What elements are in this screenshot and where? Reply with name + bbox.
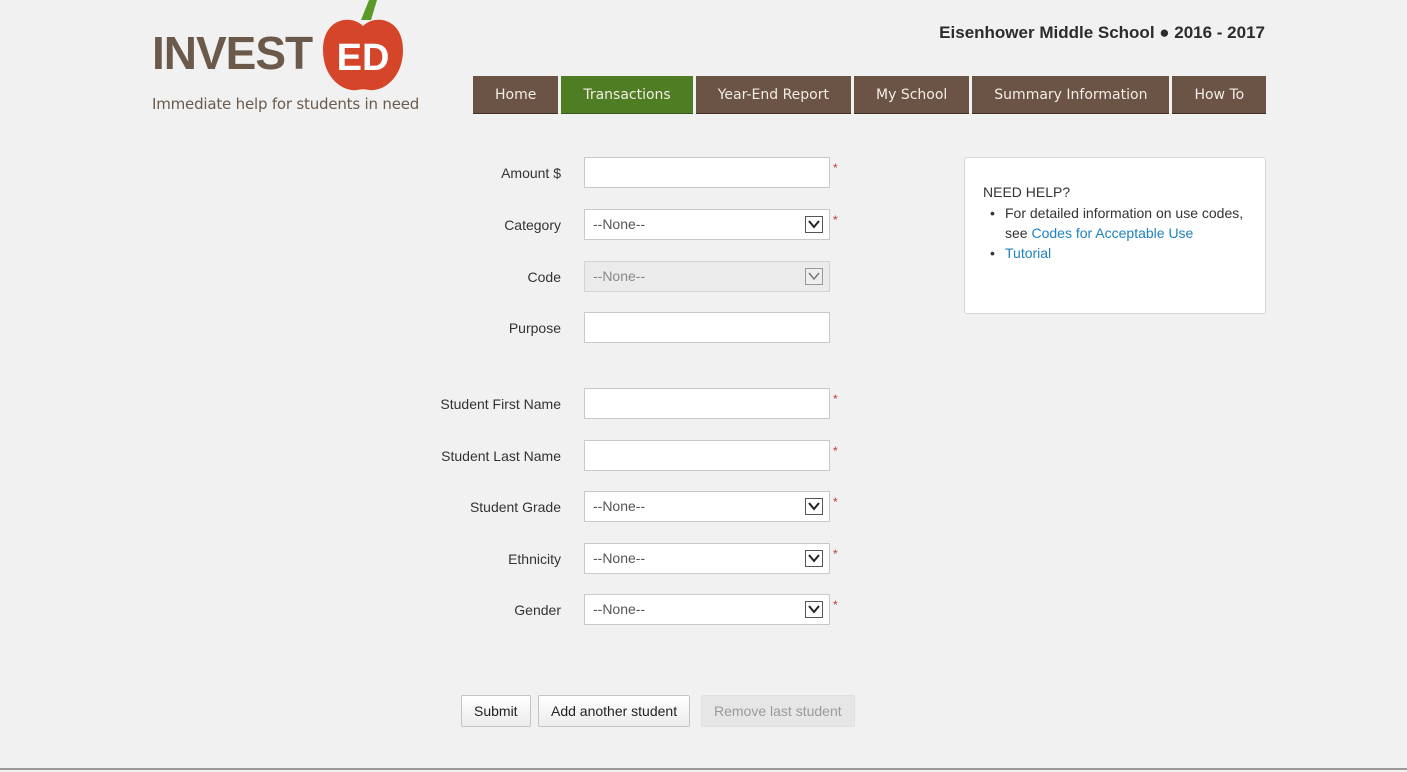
nav-home[interactable]: Home [473, 76, 559, 114]
chevron-down-icon[interactable] [805, 268, 823, 285]
logo-wordmark: INVEST [152, 27, 313, 79]
gender-select[interactable]: --None-- [584, 594, 830, 625]
nav-year-end-report[interactable]: Year-End Report [695, 76, 851, 114]
gender-value: --None-- [593, 601, 646, 617]
chevron-down-icon[interactable] [805, 498, 823, 515]
required-marker: * [833, 213, 838, 227]
help-title: NEED HELP? [983, 184, 1071, 200]
gender-row: Gender --None-- * [380, 594, 860, 626]
grade-label: Student Grade [469, 499, 561, 515]
purpose-input[interactable] [584, 312, 830, 343]
amount-input[interactable] [584, 157, 830, 188]
tutorial-link[interactable]: Tutorial [1005, 245, 1051, 261]
category-value: --None-- [593, 216, 646, 232]
amount-label: Amount $ [501, 165, 561, 181]
apple-logo-icon: ED [321, 0, 405, 96]
last-name-label: Student Last Name [441, 448, 561, 464]
ethnicity-select[interactable]: --None-- [584, 543, 830, 574]
gender-label: Gender [514, 602, 561, 618]
school-year-label: Eisenhower Middle School ● 2016 - 2017 [939, 23, 1265, 42]
grade-select[interactable]: --None-- [584, 491, 830, 522]
help-item-codes: • For detailed information on use codes, … [990, 203, 1245, 243]
required-marker: * [833, 161, 838, 175]
grade-value: --None-- [593, 498, 646, 514]
purpose-row: Purpose [380, 312, 860, 344]
category-row: Category --None-- * [380, 209, 860, 241]
remove-student-button[interactable]: Remove last student [701, 695, 855, 727]
help-panel: NEED HELP? • For detailed information on … [964, 157, 1266, 314]
ethnicity-label: Ethnicity [508, 551, 561, 567]
required-marker: * [833, 547, 838, 561]
bullet: • [990, 205, 995, 221]
logo-badge-text: ED [337, 37, 390, 79]
codes-acceptable-use-link[interactable]: Codes for Acceptable Use [1031, 225, 1193, 241]
code-select[interactable]: --None-- [584, 261, 830, 292]
add-student-button[interactable]: Add another student [538, 695, 691, 727]
first-name-row: Student First Name * [380, 388, 860, 420]
chevron-down-icon[interactable] [805, 550, 823, 567]
footer-divider [0, 768, 1407, 770]
nav-how-to[interactable]: How To [1172, 76, 1267, 114]
last-name-row: Student Last Name * [380, 440, 860, 472]
ethnicity-value: --None-- [593, 550, 646, 566]
grade-row: Student Grade --None-- * [380, 491, 860, 523]
required-marker: * [833, 444, 838, 458]
help-item-tutorial: • Tutorial [990, 243, 1245, 263]
category-select[interactable]: --None-- [584, 209, 830, 240]
nav-my-school[interactable]: My School [854, 76, 970, 114]
code-label: Code [527, 269, 561, 285]
required-marker: * [833, 495, 838, 509]
help-list: • For detailed information on use codes, … [983, 203, 1245, 263]
main-nav: Home Transactions Year-End Report My Sch… [473, 76, 1267, 114]
logo-tagline: Immediate help for students in need [152, 95, 420, 113]
invested-logo[interactable]: INVEST ED Immediate help for students in… [150, 0, 420, 118]
bullet: • [990, 245, 995, 261]
code-value: --None-- [593, 268, 646, 284]
first-name-input[interactable] [584, 388, 830, 419]
category-label: Category [504, 217, 561, 233]
last-name-input[interactable] [584, 440, 830, 471]
first-name-label: Student First Name [440, 396, 561, 412]
chevron-down-icon[interactable] [805, 216, 823, 233]
nav-summary-information[interactable]: Summary Information [972, 76, 1170, 114]
code-row: Code --None-- [380, 261, 860, 293]
submit-button[interactable]: Submit [461, 695, 531, 727]
chevron-down-icon[interactable] [805, 601, 823, 618]
ethnicity-row: Ethnicity --None-- * [380, 543, 860, 575]
nav-transactions[interactable]: Transactions [561, 76, 693, 114]
amount-row: Amount $ * [380, 157, 860, 189]
required-marker: * [833, 598, 838, 612]
purpose-label: Purpose [508, 320, 561, 336]
required-marker: * [833, 392, 838, 406]
